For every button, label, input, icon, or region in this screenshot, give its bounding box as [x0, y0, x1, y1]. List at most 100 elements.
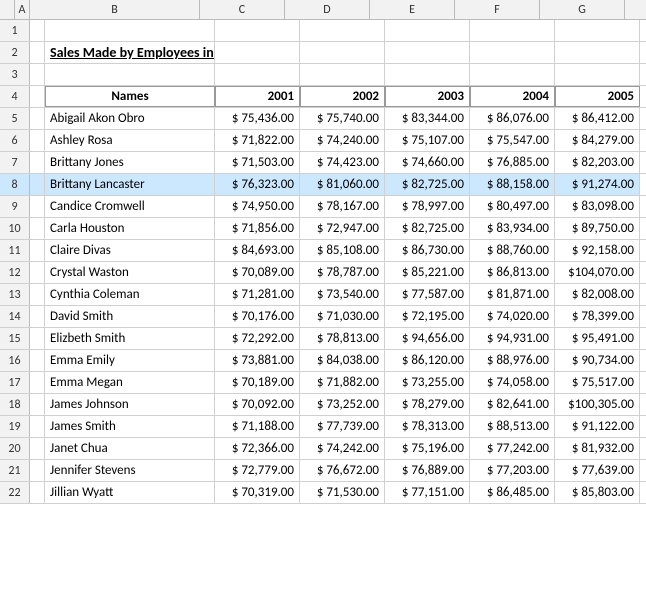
cell-2002[interactable]: $ 73,252.00 — [300, 394, 385, 415]
cell-2004[interactable]: $ 83,934.00 — [470, 218, 555, 239]
cell-2001[interactable]: $ 75,436.00 — [215, 108, 300, 129]
table-row[interactable]: 21Jennifer Stevens$ 72,779.00$ 76,672.00… — [0, 460, 646, 482]
table-row[interactable]: 1 — [0, 20, 646, 42]
cell-2002[interactable]: $ 71,030.00 — [300, 306, 385, 327]
table-row[interactable]: 10Carla Houston$ 71,856.00$ 72,947.00$ 8… — [0, 218, 646, 240]
cell-2005[interactable]: $ 83,098.00 — [555, 196, 640, 217]
cell-2003[interactable]: $ 85,221.00 — [385, 262, 470, 283]
cell-2002[interactable]: $ 78,813.00 — [300, 328, 385, 349]
table-row[interactable]: 19James Smith$ 71,188.00$ 77,739.00$ 78,… — [0, 416, 646, 438]
cell-a[interactable] — [30, 460, 45, 481]
cell-2001[interactable]: $ 73,881.00 — [215, 350, 300, 371]
cell-2005[interactable]: $ 95,491.00 — [555, 328, 640, 349]
cell-a[interactable] — [30, 86, 45, 107]
cell-2001[interactable]: $ 71,281.00 — [215, 284, 300, 305]
table-row[interactable]: 9Candice Cromwell$ 74,950.00$ 78,167.00$… — [0, 196, 646, 218]
cell-name[interactable]: Candice Cromwell — [45, 196, 215, 217]
cell-name[interactable] — [45, 20, 215, 41]
cell-a[interactable] — [30, 394, 45, 415]
cell-a[interactable] — [30, 64, 45, 85]
cell-2004[interactable]: $ 88,158.00 — [470, 174, 555, 195]
table-row[interactable]: 4Names20012002200320042005 — [0, 86, 646, 108]
table-row[interactable]: 18James Johnson$ 70,092.00$ 73,252.00$ 7… — [0, 394, 646, 416]
cell-2004[interactable]: $ 86,813.00 — [470, 262, 555, 283]
col-header-2003[interactable]: 2003 — [385, 86, 470, 107]
cell-2003[interactable] — [385, 64, 470, 85]
col-header-2001[interactable]: 2001 — [215, 86, 300, 107]
cell-2004[interactable] — [470, 20, 555, 41]
cell-2005[interactable] — [555, 42, 640, 63]
cell-2005[interactable]: $ 85,803.00 — [555, 482, 640, 503]
col-header-e[interactable]: E — [370, 0, 455, 19]
cell-2002[interactable] — [300, 42, 385, 63]
cell-2002[interactable]: $ 72,947.00 — [300, 218, 385, 239]
cell-name[interactable]: Carla Houston — [45, 218, 215, 239]
table-row[interactable]: 14David Smith$ 70,176.00$ 71,030.00$ 72,… — [0, 306, 646, 328]
cell-2002[interactable] — [300, 20, 385, 41]
cell-2004[interactable]: $ 88,976.00 — [470, 350, 555, 371]
table-row[interactable]: 12Crystal Waston$ 70,089.00$ 78,787.00$ … — [0, 262, 646, 284]
table-row[interactable]: 13Cynthia Coleman$ 71,281.00$ 73,540.00$… — [0, 284, 646, 306]
cell-2003[interactable]: $ 83,344.00 — [385, 108, 470, 129]
cell-2005[interactable]: $ 82,203.00 — [555, 152, 640, 173]
cell-2002[interactable] — [300, 64, 385, 85]
cell-2003[interactable]: $ 74,660.00 — [385, 152, 470, 173]
col-header-d[interactable]: D — [285, 0, 370, 19]
cell-2004[interactable]: $ 86,485.00 — [470, 482, 555, 503]
cell-2004[interactable]: $ 76,885.00 — [470, 152, 555, 173]
cell-a[interactable] — [30, 240, 45, 261]
cell-2005[interactable]: $100,305.00 — [555, 394, 640, 415]
cell-2001[interactable]: $ 72,292.00 — [215, 328, 300, 349]
cell-2001[interactable]: $ 84,693.00 — [215, 240, 300, 261]
cell-2002[interactable]: $ 74,240.00 — [300, 130, 385, 151]
cell-2001[interactable]: $ 71,856.00 — [215, 218, 300, 239]
col-header-2002[interactable]: 2002 — [300, 86, 385, 107]
cell-2001[interactable]: $ 71,188.00 — [215, 416, 300, 437]
table-row[interactable]: 8Brittany Lancaster$ 76,323.00$ 81,060.0… — [0, 174, 646, 196]
cell-name[interactable]: Elizbeth Smith — [45, 328, 215, 349]
cell-2003[interactable]: $ 78,997.00 — [385, 196, 470, 217]
col-header-c[interactable]: C — [200, 0, 285, 19]
cell-2005[interactable]: $ 89,750.00 — [555, 218, 640, 239]
cell-a[interactable] — [30, 438, 45, 459]
cell-a[interactable] — [30, 174, 45, 195]
cell-2005[interactable]: $ 84,279.00 — [555, 130, 640, 151]
cell-2005[interactable]: $ 92,158.00 — [555, 240, 640, 261]
col-header-g[interactable]: G — [540, 0, 625, 19]
table-row[interactable]: 3 — [0, 64, 646, 86]
cell-a[interactable] — [30, 42, 45, 63]
cell-a[interactable] — [30, 350, 45, 371]
cell-2001[interactable]: $ 71,503.00 — [215, 152, 300, 173]
cell-2003[interactable]: $ 94,656.00 — [385, 328, 470, 349]
cell-2003[interactable]: $ 78,279.00 — [385, 394, 470, 415]
cell-2004[interactable]: $ 86,076.00 — [470, 108, 555, 129]
table-row[interactable]: 22Jillian Wyatt$ 70,319.00$ 71,530.00$ 7… — [0, 482, 646, 504]
cell-2001[interactable]: $ 70,189.00 — [215, 372, 300, 393]
cell-2004[interactable]: $ 88,513.00 — [470, 416, 555, 437]
col-header-a[interactable]: A — [15, 0, 30, 19]
cell-2001[interactable]: $ 74,950.00 — [215, 196, 300, 217]
cell-2002[interactable]: $ 78,167.00 — [300, 196, 385, 217]
cell-2003[interactable]: $ 77,151.00 — [385, 482, 470, 503]
cell-a[interactable] — [30, 284, 45, 305]
table-row[interactable]: 5Abigail Akon Obro$ 75,436.00$ 75,740.00… — [0, 108, 646, 130]
cell-2001[interactable]: $ 76,323.00 — [215, 174, 300, 195]
cell-a[interactable] — [30, 20, 45, 41]
cell-2003[interactable]: $ 73,255.00 — [385, 372, 470, 393]
cell-2004[interactable]: $ 74,058.00 — [470, 372, 555, 393]
cell-a[interactable] — [30, 482, 45, 503]
cell-2005[interactable] — [555, 64, 640, 85]
cell-a[interactable] — [30, 306, 45, 327]
cell-name[interactable]: Janet Chua — [45, 438, 215, 459]
cell-2005[interactable]: $ 91,122.00 — [555, 416, 640, 437]
cell-2005[interactable]: $ 81,932.00 — [555, 438, 640, 459]
cell-2001[interactable] — [215, 64, 300, 85]
cell-name[interactable]: Abigail Akon Obro — [45, 108, 215, 129]
cell-2005[interactable]: $ 86,412.00 — [555, 108, 640, 129]
cell-2003[interactable]: $ 72,195.00 — [385, 306, 470, 327]
cell-2004[interactable]: $ 82,641.00 — [470, 394, 555, 415]
cell-a[interactable] — [30, 372, 45, 393]
cell-2002[interactable]: $ 75,740.00 — [300, 108, 385, 129]
cell-a[interactable] — [30, 196, 45, 217]
cell-2003[interactable]: $ 86,120.00 — [385, 350, 470, 371]
